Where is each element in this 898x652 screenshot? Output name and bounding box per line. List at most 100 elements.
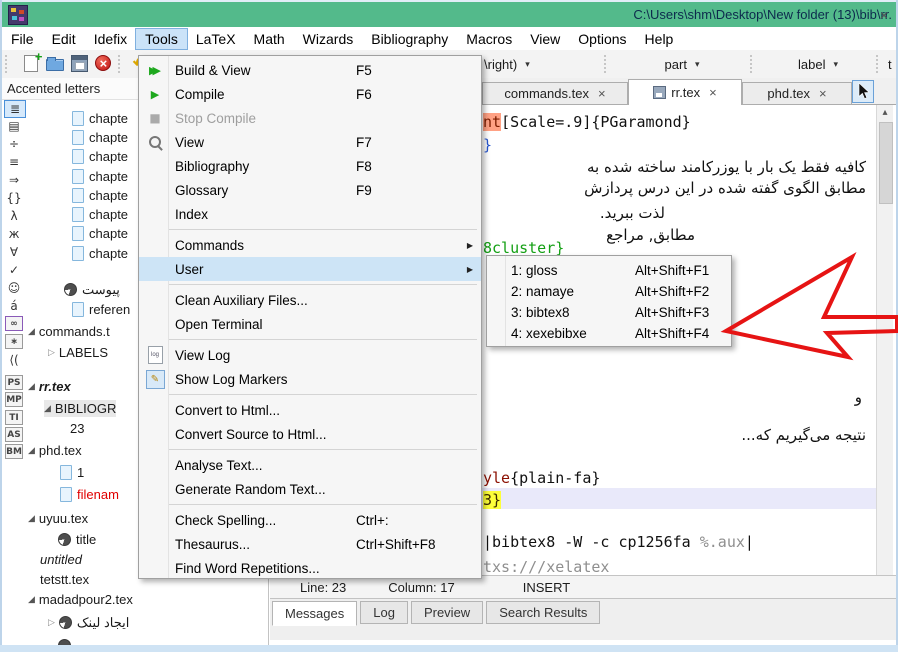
- symbols-relations-icon[interactable]: ≡: [4, 154, 24, 170]
- tree-item-filenam[interactable]: filenam: [60, 486, 119, 503]
- symbols-greek-icon[interactable]: λ: [4, 208, 24, 224]
- tab-close-icon[interactable]: ×: [709, 85, 717, 100]
- tree-item-title[interactable]: title: [58, 531, 96, 548]
- new-document-icon[interactable]: [20, 52, 42, 74]
- tree-item-chapte[interactable]: chapte: [72, 225, 128, 242]
- metapost-icon[interactable]: MP: [5, 392, 23, 407]
- menu-item-index[interactable]: Index: [139, 202, 481, 226]
- tree-item-uyuu-tex[interactable]: ◢uyuu.tex: [28, 510, 88, 527]
- menu-item-convert-source-to-html[interactable]: Convert Source to Html...: [139, 422, 481, 446]
- menubar-item-macros[interactable]: Macros: [457, 29, 521, 49]
- symbols-cyrillic-icon[interactable]: ж: [4, 226, 24, 242]
- open-icon[interactable]: [44, 52, 66, 74]
- toolbar-combo-part[interactable]: part▾: [616, 53, 748, 75]
- menubar-item-help[interactable]: Help: [636, 29, 683, 49]
- save-icon[interactable]: [68, 52, 90, 74]
- toolbar-combo-right[interactable]: \right)▾: [480, 53, 602, 75]
- close-icon[interactable]: [92, 52, 114, 74]
- menu-item-show-log-markers[interactable]: ✎Show Log Markers: [139, 367, 481, 391]
- menubar-item-math[interactable]: Math: [245, 29, 294, 49]
- menu-item-glossary[interactable]: GlossaryF9: [139, 178, 481, 202]
- pstricks-icon[interactable]: PS: [5, 375, 23, 390]
- tree-item-chapte[interactable]: chapte: [72, 187, 128, 204]
- menu-item-thesaurus[interactable]: Thesaurus...Ctrl+Shift+F8: [139, 532, 481, 556]
- menu-item-view-log[interactable]: logView Log: [139, 343, 481, 367]
- menubar-item-file[interactable]: File: [2, 29, 43, 49]
- collapsed-arrow-icon[interactable]: ▷: [48, 347, 55, 358]
- bottom-tab-log[interactable]: Log: [360, 601, 408, 624]
- menubar-item-tools[interactable]: Tools: [136, 29, 187, 49]
- left-delimiters-icon[interactable]: ⟨(: [4, 352, 24, 368]
- menubar-item-wizards[interactable]: Wizards: [294, 29, 363, 49]
- editor-vertical-scrollbar[interactable]: ▴ ▾: [876, 105, 893, 592]
- editor-tab-rr-tex[interactable]: rr.tex×: [628, 79, 742, 105]
- tree-item-rr-tex[interactable]: ◢rr.tex: [28, 378, 71, 395]
- toolbar-drag-handle[interactable]: [5, 55, 14, 73]
- scroll-up-icon[interactable]: ▴: [877, 105, 893, 120]
- tab-close-icon[interactable]: ×: [819, 86, 827, 101]
- menu-item-open-terminal[interactable]: Open Terminal: [139, 312, 481, 336]
- menubar-item-edit[interactable]: Edit: [43, 29, 85, 49]
- toolbar-drag-handle[interactable]: [118, 55, 127, 73]
- tree-item-1[interactable]: 1: [60, 464, 84, 481]
- symbols-logic-icon[interactable]: ∀: [4, 244, 24, 260]
- menu-item-bibliography[interactable]: BibliographyF8: [139, 154, 481, 178]
- menu-item-compile[interactable]: ▶CompileF6: [139, 82, 481, 106]
- symbols-asterisk-icon[interactable]: ∗: [5, 334, 23, 349]
- menubar-item-idefix[interactable]: Idefix: [85, 29, 136, 49]
- menu-item-user[interactable]: User▶: [139, 257, 481, 281]
- beamer-icon[interactable]: BM: [5, 444, 23, 459]
- tree-item-chapte[interactable]: chapte: [72, 245, 128, 262]
- tree-item-23[interactable]: 23: [70, 420, 84, 437]
- tab-close-icon[interactable]: ×: [598, 86, 606, 101]
- tree-item-ایجاد-لینک[interactable]: ▷ایجاد لینک: [48, 614, 129, 631]
- tree-item-chapte[interactable]: chapte: [72, 148, 128, 165]
- close-panel-icon[interactable]: ×: [880, 7, 888, 23]
- tree-item-chapte[interactable]: chapte: [72, 129, 128, 146]
- menu-item-clean-auxiliary-files[interactable]: Clean Auxiliary Files...: [139, 288, 481, 312]
- expanded-arrow-icon[interactable]: ◢: [28, 326, 35, 337]
- menubar-item-bibliography[interactable]: Bibliography: [362, 29, 457, 49]
- expanded-arrow-icon[interactable]: ◢: [28, 381, 35, 392]
- symbols-special-icon[interactable]: ∞: [5, 316, 23, 331]
- tree-item-madadpour2-tex[interactable]: ◢madadpour2.tex: [28, 591, 133, 608]
- menu-item-build-view[interactable]: ▶▶Build & ViewF5: [139, 58, 481, 82]
- menu-item-find-word-repetitions[interactable]: Find Word Repetitions...: [139, 556, 481, 580]
- bookmarks-icon[interactable]: ▤: [4, 118, 24, 134]
- editor-tab-commands-tex[interactable]: commands.tex×: [482, 82, 628, 105]
- collapsed-arrow-icon[interactable]: ▷: [48, 617, 55, 628]
- menu-item-analyse-text[interactable]: Analyse Text...: [139, 453, 481, 477]
- menu-item-view[interactable]: ViewF7: [139, 130, 481, 154]
- structure-icon[interactable]: ≣: [4, 100, 26, 118]
- symbols-arrows-icon[interactable]: ⇒: [4, 172, 24, 188]
- menu-item-generate-random-text[interactable]: Generate Random Text...: [139, 477, 481, 501]
- symbols-misc-text-icon[interactable]: ☺: [4, 280, 24, 296]
- bottom-tab-preview[interactable]: Preview: [411, 601, 483, 624]
- asymptote-icon[interactable]: AS: [5, 427, 23, 442]
- user-command-1-gloss[interactable]: 1: glossAlt+Shift+F1: [487, 260, 731, 281]
- tree-item-circle[interactable]: [58, 637, 76, 645]
- user-command-4-xexebibxe[interactable]: 4: xexebibxeAlt+Shift+F4: [487, 323, 731, 344]
- bottom-tab-messages[interactable]: Messages: [272, 601, 357, 626]
- user-command-2-namaye[interactable]: 2: namayeAlt+Shift+F2: [487, 281, 731, 302]
- user-command-3-bibtex8[interactable]: 3: bibtex8Alt+Shift+F3: [487, 302, 731, 323]
- toolbar-combo-label[interactable]: label▾: [762, 53, 874, 75]
- tree-item-phd-tex[interactable]: ◢phd.tex: [28, 442, 82, 459]
- menubar-item-view[interactable]: View: [521, 29, 569, 49]
- tree-item-chapte[interactable]: chapte: [72, 168, 128, 185]
- tikz-icon[interactable]: TI: [5, 410, 23, 425]
- symbols-accented-icon[interactable]: á: [4, 298, 24, 314]
- scrollbar-thumb[interactable]: [879, 122, 893, 204]
- menubar-item-options[interactable]: Options: [569, 29, 635, 49]
- expanded-arrow-icon[interactable]: ◢: [28, 445, 35, 456]
- menu-item-commands[interactable]: Commands▶: [139, 233, 481, 257]
- symbols-delimiters-icon[interactable]: {}: [4, 190, 24, 206]
- menubar-item-latex[interactable]: LaTeX: [187, 29, 245, 49]
- tree-item-bibliogr[interactable]: ◢BIBLIOGR: [44, 400, 116, 417]
- symbols-misc-math-icon[interactable]: ✓: [4, 262, 24, 278]
- tree-item-پیوست[interactable]: پیوست: [64, 281, 120, 298]
- tree-item-chapte[interactable]: chapte: [72, 110, 128, 127]
- expanded-arrow-icon[interactable]: ◢: [44, 403, 51, 414]
- menu-item-convert-to-html[interactable]: Convert to Html...: [139, 398, 481, 422]
- tree-item-commands-t[interactable]: ◢commands.t: [28, 323, 110, 340]
